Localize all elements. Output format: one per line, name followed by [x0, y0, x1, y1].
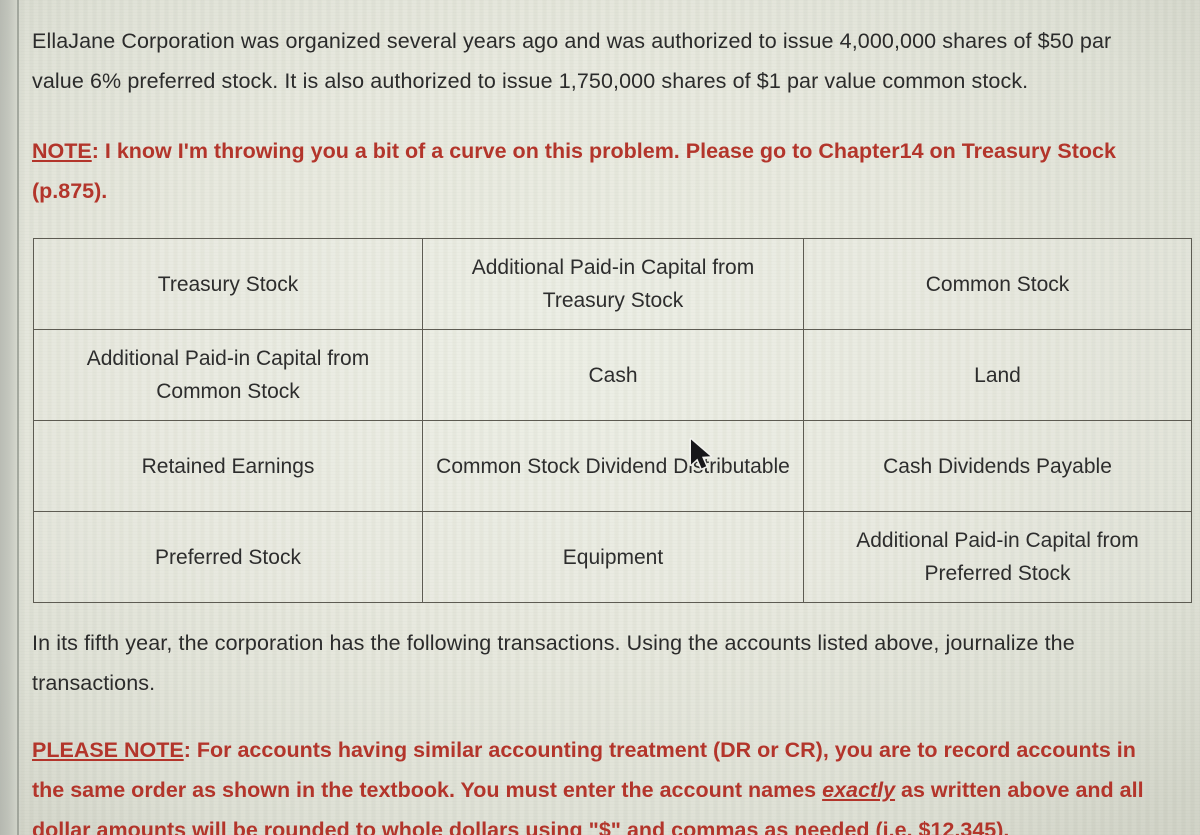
intro-paragraph: EllaJane Corporation was organized sever…	[32, 29, 1112, 93]
account-cell-cash-dividends-payable[interactable]: Cash Dividends Payable	[803, 420, 1192, 512]
note-paragraph: NOTE: I know I'm throwing you a bit of a…	[32, 131, 1162, 211]
account-cell-equipment[interactable]: Equipment	[422, 511, 804, 603]
account-cell-retained-earnings[interactable]: Retained Earnings	[33, 420, 423, 512]
accounts-table: Treasury Stock Additional Paid-in Capita…	[33, 238, 1192, 603]
please-note-separator: :	[183, 738, 197, 762]
please-note-paragraph: PLEASE NOTE: For accounts having similar…	[32, 730, 1166, 835]
table-row: Additional Paid-in Capital from Common S…	[33, 329, 1192, 421]
account-cell-common-stock[interactable]: Common Stock	[803, 238, 1192, 330]
account-cell-cash[interactable]: Cash	[422, 329, 804, 421]
account-cell-common-stock-dividend-distributable[interactable]: Common Stock Dividend Distributable	[422, 420, 804, 512]
note-body: I know I'm throwing you a bit of a curve…	[32, 139, 1116, 203]
account-cell-apic-treasury-stock[interactable]: Additional Paid-in Capital from Treasury…	[422, 238, 804, 330]
accounts-table-container: Treasury Stock Additional Paid-in Capita…	[33, 238, 1192, 603]
account-cell-apic-preferred-stock[interactable]: Additional Paid-in Capital from Preferre…	[803, 511, 1192, 603]
document-content: EllaJane Corporation was organized sever…	[0, 21, 1200, 835]
please-note-label: PLEASE NOTE	[32, 738, 184, 762]
table-row: Treasury Stock Additional Paid-in Capita…	[33, 238, 1192, 330]
account-cell-apic-common-stock[interactable]: Additional Paid-in Capital from Common S…	[33, 329, 423, 421]
account-cell-land[interactable]: Land	[803, 329, 1192, 421]
transactions-paragraph: In its fifth year, the corporation has t…	[32, 631, 1075, 695]
note-label: NOTE	[32, 139, 92, 163]
note-separator: :	[91, 139, 105, 163]
account-cell-treasury-stock[interactable]: Treasury Stock	[33, 238, 423, 330]
screen-photo: EllaJane Corporation was organized sever…	[0, 0, 1200, 835]
account-cell-preferred-stock[interactable]: Preferred Stock	[33, 511, 423, 603]
table-row: Preferred Stock Equipment Additional Pai…	[33, 511, 1192, 603]
table-row: Retained Earnings Common Stock Dividend …	[33, 420, 1192, 512]
please-note-emphasis: exactly	[822, 778, 896, 802]
